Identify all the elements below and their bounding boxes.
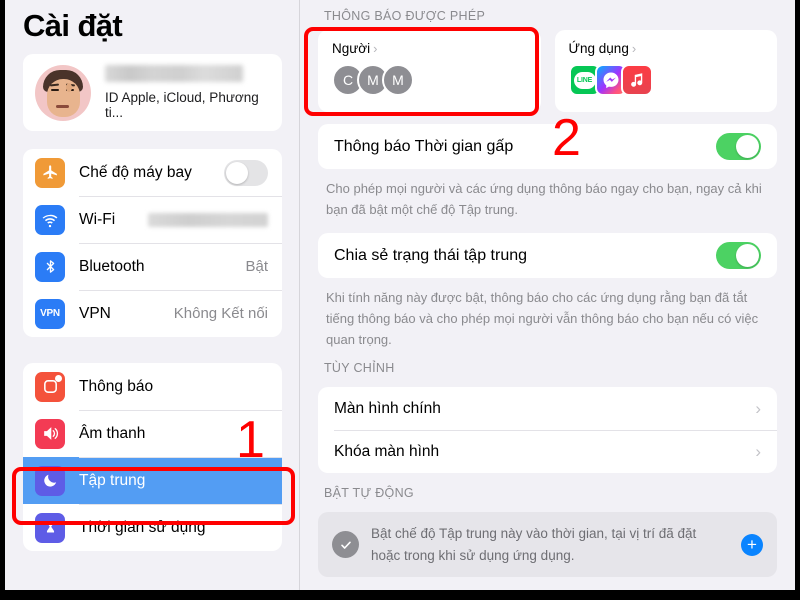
auto-on-note: Bật chế độ Tập trung này vào thời gian, … xyxy=(371,526,697,563)
time-sensitive-toggle[interactable] xyxy=(716,133,761,160)
memoji-brow-left xyxy=(49,83,60,86)
sidebar-item-label: Chế độ máy bay xyxy=(79,163,192,181)
apps-card-title-row: Ứng dụng › xyxy=(569,41,764,56)
apple-account-card[interactable]: ID Apple, iCloud, Phương ti... xyxy=(23,54,282,131)
share-focus-status-card[interactable]: Chia sẻ trạng thái tập trung xyxy=(318,233,777,279)
allowed-cards-row: Người › C M M Ứng dụng › LINE xyxy=(318,30,777,112)
settings-window: Cài đặt ID Apple, iCloud, Phương ti... C… xyxy=(5,0,795,590)
sidebar-item-label: VPN xyxy=(79,304,111,322)
sidebar-item-label: Bluetooth xyxy=(79,257,145,275)
customize-row-home-screen[interactable]: Màn hình chính › xyxy=(318,387,777,430)
annotation-number-1: 1 xyxy=(236,411,265,469)
account-text: ID Apple, iCloud, Phương ti... xyxy=(105,65,272,120)
time-sensitive-label: Thông báo Thời gian gấp xyxy=(334,137,514,155)
people-card-label: Người xyxy=(332,41,371,56)
auto-on-card[interactable]: Bật chế độ Tập trung này vào thời gian, … xyxy=(318,512,777,578)
customize-row-label: Khóa màn hình xyxy=(334,442,440,460)
memoji-mouth xyxy=(56,104,69,108)
memoji-ear xyxy=(66,82,72,92)
sidebar-item-notifications[interactable]: Thông báo xyxy=(23,363,282,410)
page-title: Cài đặt xyxy=(23,8,123,43)
customize-row-lock-screen[interactable]: Khóa màn hình › xyxy=(318,430,777,473)
avatar: M xyxy=(382,64,414,96)
wifi-network-redacted xyxy=(148,212,268,227)
customize-card: Màn hình chính › Khóa màn hình › xyxy=(318,387,777,474)
apps-card[interactable]: Ứng dụng › LINE xyxy=(554,30,777,112)
memoji-face xyxy=(47,78,80,117)
airplane-icon xyxy=(35,157,65,188)
chevron-right-icon: › xyxy=(631,41,637,56)
sidebar-item-label: Wi-Fi xyxy=(79,210,116,228)
focus-moon-icon xyxy=(35,465,65,496)
add-automation-button[interactable]: + xyxy=(741,533,763,556)
account-subtitle: ID Apple, iCloud, Phương ti... xyxy=(105,90,259,120)
chevron-right-icon: › xyxy=(755,398,761,418)
share-focus-status-label: Chia sẻ trạng thái tập trung xyxy=(334,246,528,264)
music-app-icon xyxy=(620,64,653,96)
airplane-mode-toggle[interactable] xyxy=(224,159,268,186)
time-sensitive-card[interactable]: Thông báo Thời gian gấp xyxy=(318,124,777,169)
sidebar-item-wifi[interactable]: Wi-Fi xyxy=(23,196,282,243)
share-focus-status-toggle[interactable] xyxy=(716,242,761,270)
sidebar-item-label: Thời gian sử dụng xyxy=(79,518,206,536)
annotation-number-2: 2 xyxy=(552,109,581,167)
vpn-status: Không Kết nối xyxy=(173,305,268,322)
settings-sidebar: Cài đặt ID Apple, iCloud, Phương ti... C… xyxy=(5,0,300,590)
focus-detail-pane: THÔNG BÁO ĐƯỢC PHÉP Người › C M M Ứng dụ… xyxy=(300,0,795,590)
sidebar-item-screen-time[interactable]: Thời gian sử dụng xyxy=(23,504,282,551)
chevron-right-icon: › xyxy=(373,41,378,56)
sidebar-item-label: Tập trung xyxy=(79,471,146,489)
people-card-title-row: Người › xyxy=(332,41,527,56)
vpn-icon: VPN xyxy=(35,298,65,329)
bluetooth-status: Bật xyxy=(245,258,268,275)
chevron-right-icon: › xyxy=(755,441,761,461)
auto-on-header: BẬT TỰ ĐỘNG xyxy=(324,486,414,501)
customize-header: TÙY CHỈNH xyxy=(324,361,395,376)
memoji-eye-left xyxy=(51,88,59,91)
connectivity-card: Chế độ máy bay Wi-Fi Bluetooth Bật VPN V… xyxy=(23,149,282,337)
bluetooth-icon xyxy=(35,251,65,282)
avatar xyxy=(35,64,91,121)
allowed-notifications-header: THÔNG BÁO ĐƯỢC PHÉP xyxy=(324,9,486,23)
sidebar-item-bluetooth[interactable]: Bluetooth Bật xyxy=(23,243,282,290)
account-name-redacted xyxy=(105,65,243,82)
customize-row-label: Màn hình chính xyxy=(334,399,441,417)
clock-check-icon xyxy=(332,531,359,559)
line-app-label: LINE xyxy=(573,71,596,89)
apps-icon-stack: LINE xyxy=(568,64,764,96)
sidebar-item-label: Thông báo xyxy=(79,377,154,395)
share-focus-status-note: Khi tính năng này được bật, thông báo ch… xyxy=(326,290,759,348)
sound-icon xyxy=(35,418,65,449)
apps-card-label: Ứng dụng xyxy=(568,41,629,56)
time-sensitive-note: Cho phép mọi người và các ứng dụng thông… xyxy=(326,181,762,218)
wifi-icon xyxy=(35,204,65,235)
people-avatar-stack: C M M xyxy=(332,64,527,96)
notifications-icon xyxy=(35,371,65,402)
sidebar-item-vpn[interactable]: VPN VPN Không Kết nối xyxy=(23,290,282,337)
sidebar-item-airplane-mode[interactable]: Chế độ máy bay xyxy=(23,149,282,196)
people-card[interactable]: Người › C M M xyxy=(318,30,541,112)
screentime-hourglass-icon xyxy=(35,512,65,543)
apple-account-row[interactable]: ID Apple, iCloud, Phương ti... xyxy=(23,54,282,131)
